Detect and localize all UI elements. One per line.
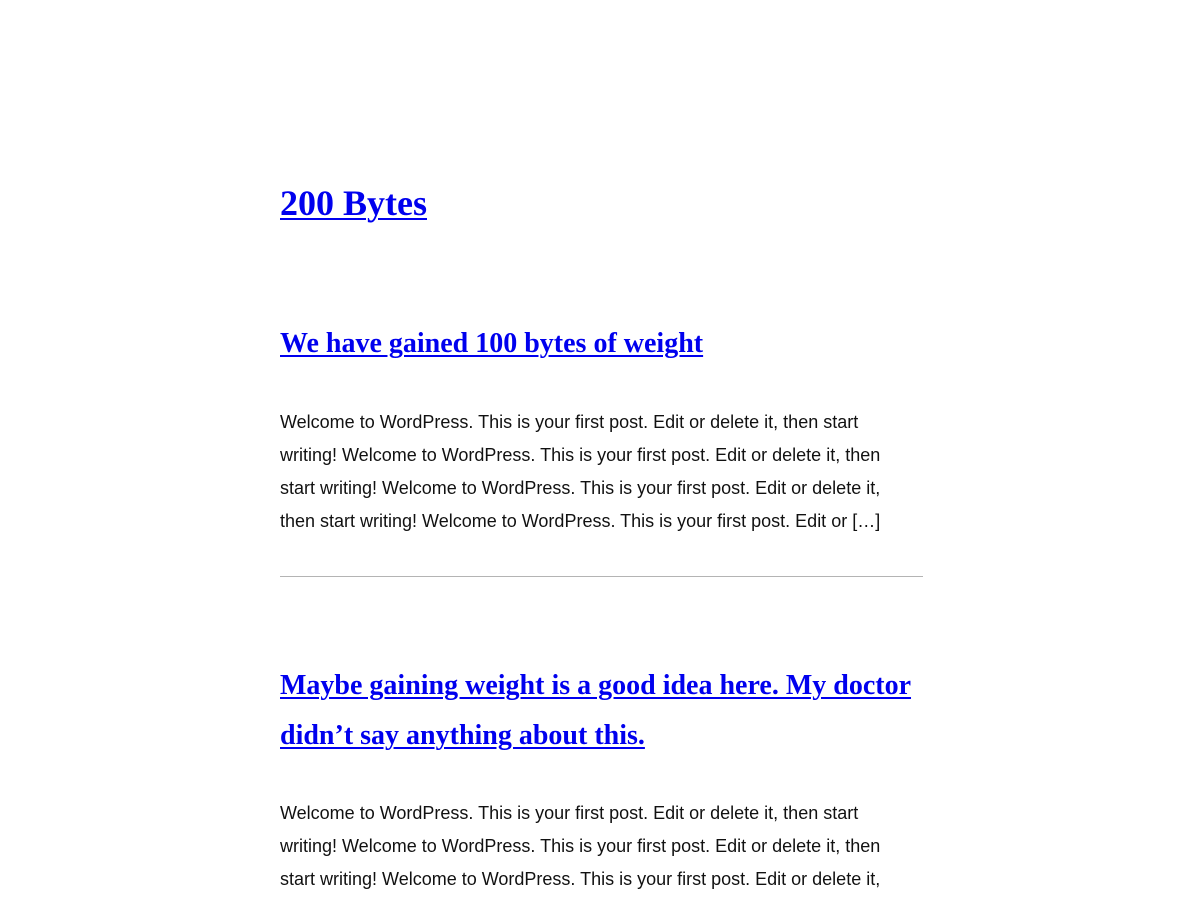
excerpt-line: start writing! Welcome to WordPress. Thi…: [280, 478, 881, 498]
post-title-heading: We have gained 100 bytes of weight: [280, 319, 923, 369]
excerpt-line: writing! Welcome to WordPress. This is y…: [280, 445, 881, 465]
excerpt-line: Welcome to WordPress. This is your first…: [280, 803, 859, 823]
excerpt-line: Welcome to WordPress. This is your first…: [280, 412, 859, 432]
post-title-line: Maybe gaining weight is a good idea here…: [280, 670, 912, 701]
post-separator: [280, 576, 923, 577]
page: 200 Bytes We have gained 100 bytes of we…: [0, 0, 1200, 900]
post-excerpt: Welcome to WordPress. This is your first…: [280, 406, 923, 538]
post-title-link[interactable]: Maybe gaining weight is a good idea here…: [280, 670, 911, 751]
post-title-line: didn’t say anything about this.: [280, 720, 645, 751]
post-title-heading: Maybe gaining weight is a good idea here…: [280, 661, 923, 761]
excerpt-line-text: then start writing! Welcome to WordPress…: [280, 511, 881, 531]
post-title-link[interactable]: We have gained 100 bytes of weight: [280, 328, 703, 359]
site-title-heading: 200 Bytes: [280, 178, 427, 228]
excerpt-line: writing! Welcome to WordPress. This is y…: [280, 836, 881, 856]
site-title-link[interactable]: 200 Bytes: [280, 183, 427, 223]
excerpt-line: then start writing! Welcome to WordPress…: [280, 505, 923, 538]
excerpt-line: start writing! Welcome to WordPress. Thi…: [280, 869, 881, 889]
post-excerpt: Welcome to WordPress. This is your first…: [280, 797, 923, 896]
